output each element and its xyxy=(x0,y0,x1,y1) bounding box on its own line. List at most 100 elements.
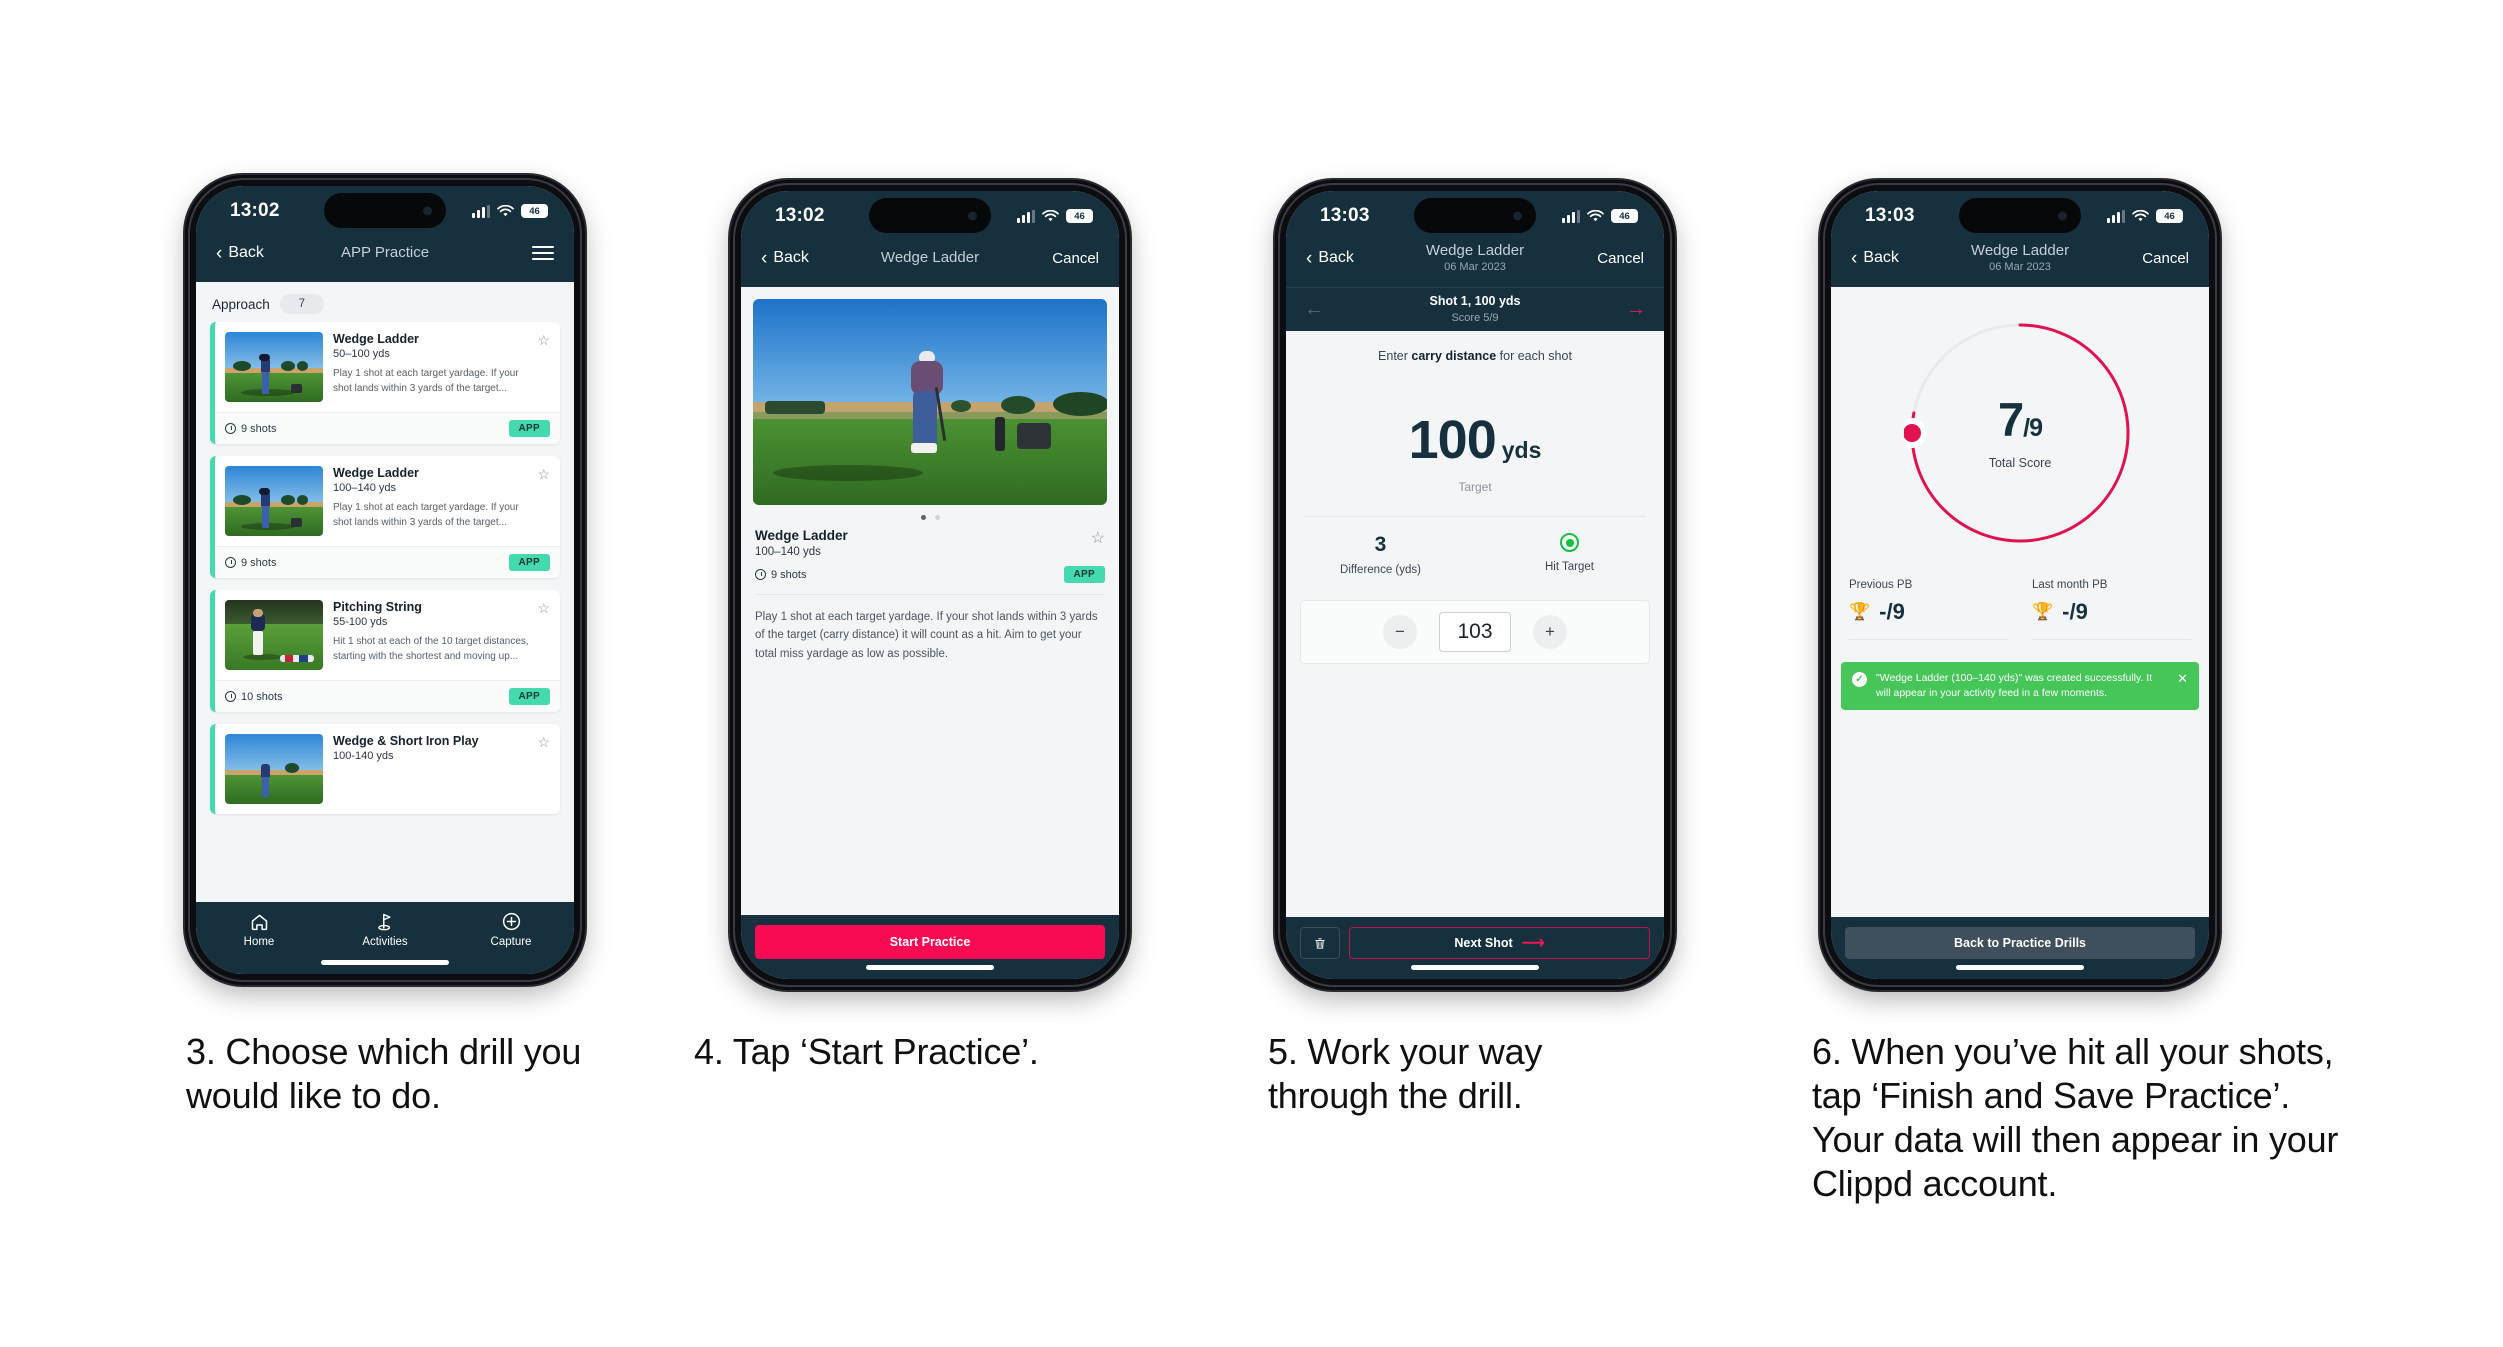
previous-pb-label: Previous PB xyxy=(1849,579,1913,591)
next-shot-button[interactable]: Next Shot ⟶ xyxy=(1349,927,1650,959)
status-time: 13:03 xyxy=(1320,205,1370,226)
drill-title: Pitching String xyxy=(333,600,422,614)
tab-capture[interactable]: Capture xyxy=(466,911,556,948)
drill-card-footer: 9 shots APP xyxy=(215,412,560,444)
cellular-signal-icon xyxy=(1017,209,1035,223)
clock-icon xyxy=(225,423,236,434)
next-shot-arrow-icon[interactable]: → xyxy=(1626,298,1646,321)
status-time: 13:03 xyxy=(1865,205,1915,226)
tab-home-label: Home xyxy=(243,936,275,948)
wifi-icon xyxy=(497,204,514,216)
battery-icon: 46 xyxy=(1066,209,1093,223)
plus-circle-icon xyxy=(502,912,520,931)
caption-step-5: 5. Work your way through the drill. xyxy=(1268,1031,1543,1116)
back-button[interactable]: ‹ Back xyxy=(216,244,264,263)
drill-title: Wedge Ladder xyxy=(333,466,419,480)
status-bar: 13:03 46 xyxy=(1831,191,2209,241)
carousel-dot[interactable] xyxy=(934,515,940,520)
arrow-right-icon: ⟶ xyxy=(1521,935,1545,952)
favorite-star-icon[interactable]: ☆ xyxy=(537,332,550,349)
favorite-star-icon[interactable]: ☆ xyxy=(537,600,550,617)
previous-pb-value: -/9 xyxy=(1879,599,1905,624)
dynamic-island xyxy=(1414,198,1536,233)
home-indicator xyxy=(1411,965,1539,970)
back-button[interactable]: ‹ Back xyxy=(761,249,809,268)
drill-card-top: Wedge & Short Iron Play 100-140 yds ☆ xyxy=(215,724,560,814)
nav-bar: ‹ Back Wedge Ladder Cancel xyxy=(741,241,1119,287)
score-ring: 7/9 Total Score xyxy=(1904,317,2136,549)
stepper-decrement-button[interactable]: − xyxy=(1383,615,1417,649)
shot-score: Score 5/9 xyxy=(1451,311,1499,324)
trophy-icon: 🏆 xyxy=(1849,602,1871,621)
drill-category-tag: APP xyxy=(508,420,550,437)
carousel-dot-active[interactable] xyxy=(920,515,926,520)
back-label: Back xyxy=(228,244,264,261)
drill-card[interactable]: Pitching String 55-100 yds Hit 1 shot at… xyxy=(210,590,560,712)
drill-description: Play 1 shot at each target yardage. If y… xyxy=(333,502,519,528)
radio-checked-icon xyxy=(1560,533,1579,552)
section-label: Approach xyxy=(212,296,270,312)
cancel-button[interactable]: Cancel xyxy=(2142,250,2189,267)
last-month-pb-value: -/9 xyxy=(2062,599,2088,624)
golf-flag-icon xyxy=(377,913,391,931)
hamburger-menu-icon[interactable] xyxy=(532,245,554,261)
entry-prompt: Enter carry distance for each shot xyxy=(1286,331,1664,363)
start-practice-button[interactable]: Start Practice xyxy=(755,925,1105,959)
stat-difference: 3 Difference (yds) xyxy=(1286,533,1475,576)
drill-description: Hit 1 shot at each of the 10 target dist… xyxy=(333,636,529,662)
total-score-label: Total Score xyxy=(1988,456,2052,470)
carousel-dots[interactable] xyxy=(741,505,1119,528)
drill-title: Wedge Ladder xyxy=(755,528,848,543)
phone-3-frame: 13:03 46 ‹ Back Wedge Ladder 06 Mar 2023… xyxy=(1275,180,1675,990)
drill-card[interactable]: Wedge Ladder 100–140 yds Play 1 shot at … xyxy=(210,456,560,578)
back-to-practice-drills-button[interactable]: Back to Practice Drills xyxy=(1845,927,2195,959)
status-icons: 46 xyxy=(1562,209,1638,223)
previous-shot-arrow-icon[interactable]: ← xyxy=(1304,298,1324,321)
status-icons: 46 xyxy=(2107,209,2183,223)
drill-category-tag: APP xyxy=(508,688,550,705)
close-icon[interactable]: ✕ xyxy=(2177,671,2188,687)
distance-input[interactable]: 103 xyxy=(1439,612,1511,652)
total-score-value: 7/9 xyxy=(1998,393,2043,446)
tab-activities[interactable]: Activities xyxy=(340,911,430,948)
last-month-pb: Last month PB 🏆 -/9 xyxy=(2020,579,2203,640)
nav-bar: ‹ Back APP Practice xyxy=(196,236,574,282)
back-button[interactable]: ‹ Back xyxy=(1306,249,1354,268)
shot-title: Shot 1, 100 yds xyxy=(1429,293,1521,308)
back-button[interactable]: ‹ Back xyxy=(1851,249,1899,268)
tab-home[interactable]: Home xyxy=(214,911,304,948)
page-title: APP Practice xyxy=(340,244,430,261)
drill-card[interactable]: Wedge & Short Iron Play 100-140 yds ☆ xyxy=(210,724,560,814)
favorite-star-icon[interactable]: ☆ xyxy=(537,466,550,483)
back-label: Back xyxy=(1318,249,1354,266)
drill-card[interactable]: Wedge Ladder 50–100 yds Play 1 shot at e… xyxy=(210,322,560,444)
stepper-increment-button[interactable]: + xyxy=(1533,615,1567,649)
target-distance: 100 yds Target xyxy=(1286,409,1664,494)
drill-yardage: 55-100 yds xyxy=(333,616,388,628)
chevron-left-icon: ‹ xyxy=(1851,247,1858,269)
drill-thumbnail xyxy=(225,600,323,670)
score-numerator: 7 xyxy=(1998,393,2024,446)
cancel-button[interactable]: Cancel xyxy=(1597,250,1644,267)
entry-prompt-prefix: Enter xyxy=(1378,349,1412,363)
distance-stepper[interactable]: − 103 + xyxy=(1300,600,1650,664)
drill-hero-image[interactable] xyxy=(753,299,1107,505)
score-denominator: 9 xyxy=(2029,414,2043,442)
cancel-button[interactable]: Cancel xyxy=(1052,250,1099,267)
drill-category-tag: APP xyxy=(1063,566,1105,583)
camera-icon xyxy=(1513,211,1522,220)
chevron-left-icon: ‹ xyxy=(216,242,223,264)
hit-target-label: Hit Target xyxy=(1544,561,1594,573)
trash-icon[interactable] xyxy=(1300,927,1340,959)
shot-info: Shot 1, 100 yds Score 5/9 xyxy=(1429,294,1520,326)
previous-pb: Previous PB 🏆 -/9 xyxy=(1837,579,2020,640)
drill-list[interactable]: Approach 7 Wedge Ladder 50–100 yds Play … xyxy=(196,282,574,902)
target-caption: Target xyxy=(1458,480,1492,494)
favorite-star-icon[interactable]: ☆ xyxy=(1091,528,1105,548)
dynamic-island xyxy=(324,193,446,228)
phone-1-frame: 13:02 46 ‹ Back APP Practice Approach 7 … xyxy=(185,175,585,985)
favorite-star-icon[interactable]: ☆ xyxy=(537,734,550,751)
personal-bests: Previous PB 🏆 -/9 Last month PB 🏆 -/9 xyxy=(1831,579,2209,640)
home-indicator xyxy=(321,960,449,965)
caption-step-6: 6. When you’ve hit all your shots, tap ‘… xyxy=(1812,1031,2339,1204)
